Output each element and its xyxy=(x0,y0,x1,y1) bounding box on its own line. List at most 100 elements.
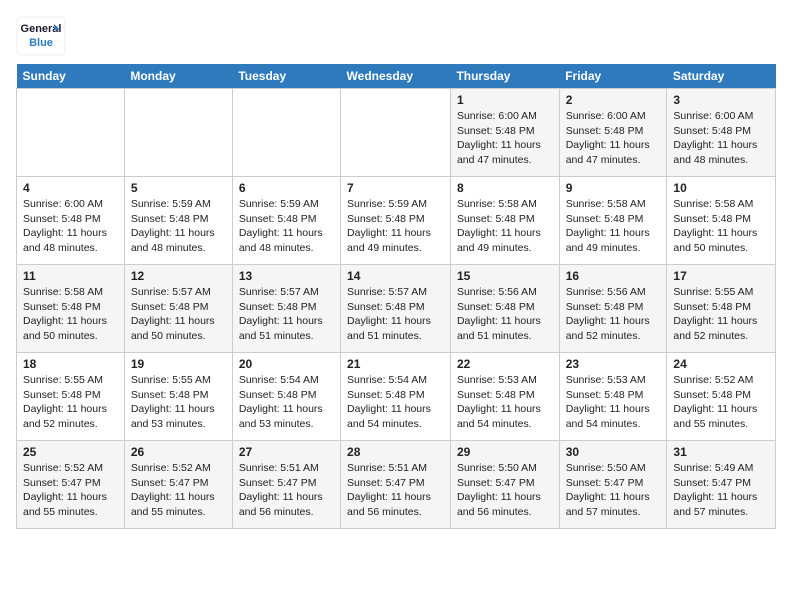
day-number: 10 xyxy=(673,181,769,195)
day-number: 14 xyxy=(347,269,444,283)
day-number: 18 xyxy=(23,357,118,371)
calendar-week-row: 4 Sunrise: 6:00 AM Sunset: 5:48 PM Daylig… xyxy=(17,177,776,265)
day-info: Sunrise: 6:00 AM Sunset: 5:48 PM Dayligh… xyxy=(23,197,118,256)
header-tuesday: Tuesday xyxy=(232,64,340,89)
day-info: Sunrise: 5:59 AM Sunset: 5:48 PM Dayligh… xyxy=(347,197,444,256)
day-info: Sunrise: 5:59 AM Sunset: 5:48 PM Dayligh… xyxy=(131,197,226,256)
day-number: 1 xyxy=(457,93,553,107)
day-number: 11 xyxy=(23,269,118,283)
calendar-cell: 4 Sunrise: 6:00 AM Sunset: 5:48 PM Daylig… xyxy=(17,177,125,265)
calendar-cell: 26Sunrise: 5:52 AM Sunset: 5:47 PM Dayli… xyxy=(124,441,232,529)
day-info: Sunrise: 5:55 AM Sunset: 5:48 PM Dayligh… xyxy=(23,373,118,432)
calendar-cell: 17 Sunrise: 5:55 AM Sunset: 5:48 PM Dayli… xyxy=(667,265,776,353)
day-number: 8 xyxy=(457,181,553,195)
day-info: Sunrise: 6:00 AM Sunset: 5:48 PM Dayligh… xyxy=(457,109,553,168)
calendar-cell: 21Sunrise: 5:54 AM Sunset: 5:48 PM Dayli… xyxy=(341,353,451,441)
day-info: Sunrise: 5:52 AM Sunset: 5:48 PM Dayligh… xyxy=(673,373,769,432)
day-number: 16 xyxy=(566,269,661,283)
day-number: 29 xyxy=(457,445,553,459)
day-number: 12 xyxy=(131,269,226,283)
header-saturday: Saturday xyxy=(667,64,776,89)
calendar-cell: 2 Sunrise: 6:00 AM Sunset: 5:48 PM Daylig… xyxy=(559,89,667,177)
day-info: Sunrise: 5:58 AM Sunset: 5:48 PM Dayligh… xyxy=(457,197,553,256)
day-number: 24 xyxy=(673,357,769,371)
day-number: 2 xyxy=(566,93,661,107)
calendar-cell: 3Sunrise: 6:00 AM Sunset: 5:48 PM Daylig… xyxy=(667,89,776,177)
day-number: 23 xyxy=(566,357,661,371)
day-number: 13 xyxy=(239,269,334,283)
day-number: 22 xyxy=(457,357,553,371)
day-info: Sunrise: 5:53 AM Sunset: 5:48 PM Dayligh… xyxy=(566,373,661,432)
day-info: Sunrise: 5:56 AM Sunset: 5:48 PM Dayligh… xyxy=(566,285,661,344)
svg-text:Blue: Blue xyxy=(29,37,53,49)
calendar-week-row: 11 Sunrise: 5:58 AM Sunset: 5:48 PM Dayli… xyxy=(17,265,776,353)
day-info: Sunrise: 5:54 AM Sunset: 5:48 PM Dayligh… xyxy=(239,373,334,432)
day-info: Sunrise: 5:55 AM Sunset: 5:48 PM Dayligh… xyxy=(131,373,226,432)
calendar-cell: 16 Sunrise: 5:56 AM Sunset: 5:48 PM Dayli… xyxy=(559,265,667,353)
header-friday: Friday xyxy=(559,64,667,89)
day-info: Sunrise: 5:51 AM Sunset: 5:47 PM Dayligh… xyxy=(347,461,444,520)
calendar-cell: 25 Sunrise: 5:52 AM Sunset: 5:47 PM Dayli… xyxy=(17,441,125,529)
calendar-cell xyxy=(341,89,451,177)
day-info: Sunrise: 5:57 AM Sunset: 5:48 PM Dayligh… xyxy=(347,285,444,344)
day-info: Sunrise: 5:57 AM Sunset: 5:48 PM Dayligh… xyxy=(131,285,226,344)
calendar-cell xyxy=(17,89,125,177)
calendar-cell: 11 Sunrise: 5:58 AM Sunset: 5:48 PM Dayli… xyxy=(17,265,125,353)
logo-svg: General Blue xyxy=(16,16,66,56)
calendar-cell: 23 Sunrise: 5:53 AM Sunset: 5:48 PM Dayli… xyxy=(559,353,667,441)
header-sunday: Sunday xyxy=(17,64,125,89)
page-header: General Blue xyxy=(16,16,776,56)
calendar-cell: 24 Sunrise: 5:52 AM Sunset: 5:48 PM Dayli… xyxy=(667,353,776,441)
day-info: Sunrise: 5:51 AM Sunset: 5:47 PM Dayligh… xyxy=(239,461,334,520)
day-info: Sunrise: 6:00 AM Sunset: 5:48 PM Dayligh… xyxy=(673,109,769,168)
calendar-cell: 5 Sunrise: 5:59 AM Sunset: 5:48 PM Daylig… xyxy=(124,177,232,265)
calendar-cell: 6 Sunrise: 5:59 AM Sunset: 5:48 PM Daylig… xyxy=(232,177,340,265)
calendar-table: SundayMondayTuesdayWednesdayThursdayFrid… xyxy=(16,64,776,529)
calendar-cell: 22Sunrise: 5:53 AM Sunset: 5:48 PM Dayli… xyxy=(450,353,559,441)
day-info: Sunrise: 5:58 AM Sunset: 5:48 PM Dayligh… xyxy=(23,285,118,344)
day-info: Sunrise: 5:54 AM Sunset: 5:48 PM Dayligh… xyxy=(347,373,444,432)
day-number: 5 xyxy=(131,181,226,195)
day-info: Sunrise: 5:50 AM Sunset: 5:47 PM Dayligh… xyxy=(457,461,553,520)
day-number: 17 xyxy=(673,269,769,283)
day-info: Sunrise: 5:49 AM Sunset: 5:47 PM Dayligh… xyxy=(673,461,769,520)
day-number: 27 xyxy=(239,445,334,459)
logo: General Blue xyxy=(16,16,66,56)
day-info: Sunrise: 5:56 AM Sunset: 5:48 PM Dayligh… xyxy=(457,285,553,344)
day-number: 25 xyxy=(23,445,118,459)
day-info: Sunrise: 5:52 AM Sunset: 5:47 PM Dayligh… xyxy=(23,461,118,520)
calendar-cell: 7Sunrise: 5:59 AM Sunset: 5:48 PM Daylig… xyxy=(341,177,451,265)
day-number: 9 xyxy=(566,181,661,195)
calendar-cell: 15 Sunrise: 5:56 AM Sunset: 5:48 PM Dayli… xyxy=(450,265,559,353)
calendar-cell xyxy=(232,89,340,177)
calendar-week-row: 25 Sunrise: 5:52 AM Sunset: 5:47 PM Dayli… xyxy=(17,441,776,529)
day-number: 20 xyxy=(239,357,334,371)
day-number: 4 xyxy=(23,181,118,195)
calendar-cell: 29 Sunrise: 5:50 AM Sunset: 5:47 PM Dayli… xyxy=(450,441,559,529)
header-thursday: Thursday xyxy=(450,64,559,89)
day-number: 26 xyxy=(131,445,226,459)
calendar-cell: 19 Sunrise: 5:55 AM Sunset: 5:48 PM Dayli… xyxy=(124,353,232,441)
day-number: 15 xyxy=(457,269,553,283)
calendar-cell: 8 Sunrise: 5:58 AM Sunset: 5:48 PM Daylig… xyxy=(450,177,559,265)
calendar-cell xyxy=(124,89,232,177)
calendar-week-row: 1 Sunrise: 6:00 AM Sunset: 5:48 PM Daylig… xyxy=(17,89,776,177)
calendar-cell: 18 Sunrise: 5:55 AM Sunset: 5:48 PM Dayli… xyxy=(17,353,125,441)
day-number: 19 xyxy=(131,357,226,371)
day-info: Sunrise: 5:58 AM Sunset: 5:48 PM Dayligh… xyxy=(566,197,661,256)
calendar-cell: 14 Sunrise: 5:57 AM Sunset: 5:48 PM Dayli… xyxy=(341,265,451,353)
day-info: Sunrise: 5:59 AM Sunset: 5:48 PM Dayligh… xyxy=(239,197,334,256)
day-info: Sunrise: 5:57 AM Sunset: 5:48 PM Dayligh… xyxy=(239,285,334,344)
day-info: Sunrise: 5:58 AM Sunset: 5:48 PM Dayligh… xyxy=(673,197,769,256)
day-info: Sunrise: 6:00 AM Sunset: 5:48 PM Dayligh… xyxy=(566,109,661,168)
calendar-cell: 1 Sunrise: 6:00 AM Sunset: 5:48 PM Daylig… xyxy=(450,89,559,177)
calendar-cell: 13 Sunrise: 5:57 AM Sunset: 5:48 PM Dayli… xyxy=(232,265,340,353)
calendar-cell: 9 Sunrise: 5:58 AM Sunset: 5:48 PM Daylig… xyxy=(559,177,667,265)
calendar-header-row: SundayMondayTuesdayWednesdayThursdayFrid… xyxy=(17,64,776,89)
day-info: Sunrise: 5:55 AM Sunset: 5:48 PM Dayligh… xyxy=(673,285,769,344)
day-info: Sunrise: 5:50 AM Sunset: 5:47 PM Dayligh… xyxy=(566,461,661,520)
calendar-cell: 10 Sunrise: 5:58 AM Sunset: 5:48 PM Dayli… xyxy=(667,177,776,265)
day-number: 28 xyxy=(347,445,444,459)
day-number: 6 xyxy=(239,181,334,195)
calendar-cell: 30Sunrise: 5:50 AM Sunset: 5:47 PM Dayli… xyxy=(559,441,667,529)
